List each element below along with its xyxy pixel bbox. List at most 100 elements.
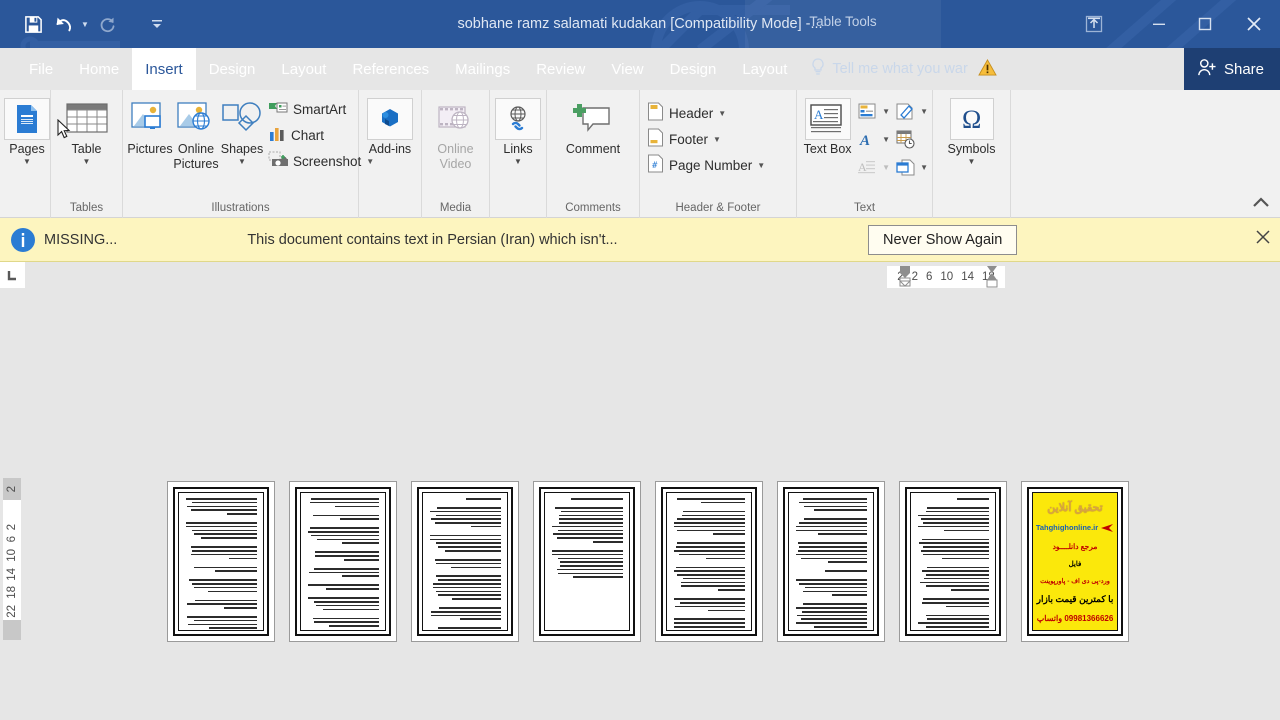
page-thumbnail[interactable] bbox=[777, 481, 885, 642]
quick-parts-icon[interactable] bbox=[854, 98, 880, 124]
chevron-down-icon[interactable]: ▼ bbox=[757, 161, 765, 170]
page-text-line bbox=[796, 622, 867, 624]
chevron-down-icon[interactable]: ▼ bbox=[238, 157, 246, 167]
customize-quick-access-toolbar-icon[interactable] bbox=[150, 10, 164, 38]
page-text-line bbox=[438, 627, 501, 630]
page-text-line bbox=[194, 619, 257, 622]
header-footer-buttons: Header ▼ Footer ▼ # Page Number ▼ bbox=[644, 94, 768, 178]
chevron-down-icon[interactable]: ▼ bbox=[83, 157, 91, 167]
page-text-line bbox=[924, 577, 989, 580]
page-text-line bbox=[593, 541, 623, 543]
signature-line-icon[interactable] bbox=[892, 98, 918, 124]
pictures-button[interactable]: Pictures bbox=[127, 94, 173, 156]
smartart-icon bbox=[268, 100, 288, 119]
undo-icon[interactable] bbox=[48, 9, 78, 39]
page-border-inner bbox=[544, 492, 630, 631]
page-paragraph-gap bbox=[673, 613, 745, 616]
pages-button[interactable]: Pages ▼ bbox=[4, 94, 50, 167]
tab-table-tools-layout[interactable]: Layout bbox=[729, 48, 800, 90]
minimize-icon[interactable] bbox=[1136, 9, 1182, 39]
page-text-line bbox=[439, 607, 501, 609]
page-text-line bbox=[675, 546, 745, 548]
restore-icon[interactable] bbox=[1182, 9, 1228, 39]
page-text-line bbox=[436, 590, 501, 593]
left-indent-marker-icon[interactable] bbox=[896, 264, 916, 292]
page-border-outer bbox=[661, 487, 757, 636]
close-icon[interactable] bbox=[1228, 9, 1280, 39]
vertical-ruler[interactable]: 22 18 14 10 6 2 bbox=[3, 498, 21, 620]
page-number-button[interactable]: # Page Number ▼ bbox=[644, 152, 768, 178]
tell-me-search[interactable]: Tell me what you war bbox=[800, 48, 997, 90]
date-time-icon[interactable] bbox=[892, 126, 918, 152]
page-thumbnail[interactable] bbox=[533, 481, 641, 642]
chevron-down-icon[interactable]: ▼ bbox=[968, 157, 976, 167]
tab-mailings[interactable]: Mailings bbox=[442, 48, 523, 90]
page-thumbnail[interactable] bbox=[411, 481, 519, 642]
tab-layout[interactable]: Layout bbox=[268, 48, 339, 90]
vruler-tick: 14 bbox=[6, 567, 18, 581]
chevron-down-icon[interactable]: ▼ bbox=[23, 157, 31, 167]
chevron-down-icon[interactable]: ▼ bbox=[882, 107, 890, 116]
pictures-icon bbox=[127, 98, 173, 140]
wordart-icon[interactable]: A bbox=[854, 126, 880, 152]
undo-dropdown-caret[interactable]: ▼ bbox=[78, 10, 92, 38]
collapse-ribbon-button[interactable] bbox=[1252, 195, 1270, 211]
page-thumbnail[interactable] bbox=[899, 481, 1007, 642]
pages-icon bbox=[4, 98, 50, 140]
page-text-line bbox=[681, 514, 745, 517]
page-text-line bbox=[329, 625, 379, 627]
page-text-line bbox=[193, 566, 257, 569]
page-border-inner bbox=[788, 492, 874, 631]
ribbon-group-pages: Pages ▼ bbox=[0, 90, 51, 218]
page-thumbnail[interactable] bbox=[289, 481, 397, 642]
screenshot-icon bbox=[268, 151, 288, 171]
right-indent-marker-icon[interactable] bbox=[983, 264, 1003, 292]
notification-bar: MISSING... This document contains text i… bbox=[0, 218, 1280, 262]
tab-references[interactable]: References bbox=[339, 48, 442, 90]
chevron-down-icon[interactable]: ▼ bbox=[718, 109, 726, 118]
page-text-line bbox=[961, 629, 989, 630]
page-thumbnail[interactable] bbox=[167, 481, 275, 642]
comment-button[interactable]: Comment bbox=[551, 94, 635, 156]
ribbon-group-addins: Add-ins bbox=[359, 90, 422, 218]
tab-table-tools-design[interactable]: Design bbox=[657, 48, 730, 90]
chevron-down-icon[interactable]: ▼ bbox=[920, 163, 928, 172]
addins-button[interactable]: Add-ins bbox=[363, 94, 417, 157]
footer-button[interactable]: Footer ▼ bbox=[644, 126, 768, 152]
symbols-button[interactable]: Ω Symbols ▼ bbox=[937, 94, 1006, 167]
tab-stop-selector[interactable] bbox=[0, 262, 25, 288]
page-paragraph-gap bbox=[795, 565, 867, 568]
online-pictures-button[interactable]: Online Pictures bbox=[173, 94, 219, 172]
page-text-line bbox=[673, 598, 745, 600]
vruler-tick: 18 bbox=[6, 586, 18, 600]
chevron-down-icon[interactable]: ▼ bbox=[882, 135, 890, 144]
text-box-button[interactable]: A Text Box bbox=[801, 94, 854, 157]
tab-home[interactable]: Home bbox=[66, 48, 132, 90]
object-icon[interactable] bbox=[892, 154, 918, 180]
page-paragraph-gap bbox=[673, 537, 745, 540]
tab-design[interactable]: Design bbox=[196, 48, 269, 90]
save-icon[interactable] bbox=[18, 9, 48, 39]
page-text-line bbox=[326, 588, 379, 590]
page-border-outer: تحقیق آنلاین Tahghighonline.ir مرجع دانلــ… bbox=[1027, 487, 1123, 636]
header-button[interactable]: Header ▼ bbox=[644, 100, 768, 126]
links-button[interactable]: Links ▼ bbox=[494, 94, 542, 167]
chevron-down-icon[interactable]: ▼ bbox=[920, 107, 928, 116]
share-button[interactable]: Share bbox=[1183, 48, 1280, 90]
tab-review[interactable]: Review bbox=[523, 48, 598, 90]
shapes-button[interactable]: Shapes ▼ bbox=[219, 94, 265, 167]
page-text-line bbox=[200, 537, 257, 539]
close-icon[interactable] bbox=[1256, 230, 1270, 249]
tab-insert[interactable]: Insert bbox=[132, 48, 196, 90]
page-thumbnail[interactable]: تحقیق آنلاین Tahghighonline.ir مرجع دانلــ… bbox=[1021, 481, 1129, 642]
ribbon-display-options-icon[interactable] bbox=[1074, 9, 1114, 39]
chevron-down-icon[interactable]: ▼ bbox=[713, 135, 721, 144]
chevron-down-icon[interactable]: ▼ bbox=[514, 157, 522, 167]
never-show-again-button[interactable]: Never Show Again bbox=[868, 224, 1018, 255]
ad-line-2: فایل bbox=[1068, 560, 1082, 568]
page-text-line bbox=[942, 557, 989, 560]
tab-view[interactable]: View bbox=[598, 48, 656, 90]
ad-site-row: Tahghighonline.ir bbox=[1036, 523, 1114, 533]
tab-file[interactable]: File bbox=[16, 48, 66, 90]
page-thumbnail[interactable] bbox=[655, 481, 763, 642]
